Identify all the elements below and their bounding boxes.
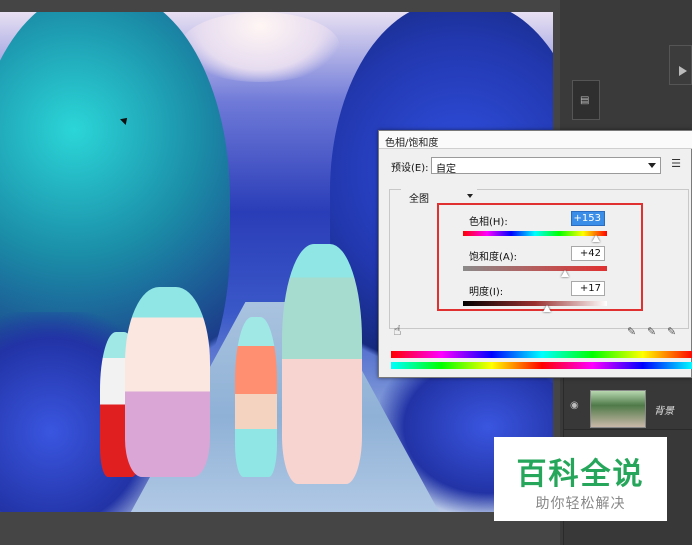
hue-input[interactable]: +153 — [571, 211, 605, 226]
layer-name: 背景 — [654, 406, 674, 417]
dialog-title: 色相/饱和度 — [379, 131, 692, 149]
photo-mother — [282, 244, 362, 484]
lightness-label: 明度(I): — [469, 287, 504, 298]
saturation-slider-track[interactable] — [463, 266, 607, 271]
hue-slider-track[interactable] — [463, 231, 607, 236]
lightness-slider-track[interactable] — [463, 301, 607, 306]
eye-icon[interactable]: ◉ — [570, 400, 579, 411]
hue-saturation-dialog: 色相/饱和度 预设(E): 自定 ☰ 全图 色相(H): +153 饱和度(A)… — [378, 130, 692, 378]
preset-value: 自定 — [436, 164, 456, 175]
eyedropper-minus-icon[interactable]: ✎ — [667, 325, 676, 338]
layer-row[interactable]: ◉ 背景 — [564, 384, 692, 430]
menu-lines-icon[interactable]: ☰ — [667, 157, 685, 174]
adjustments-icon: ▤ — [580, 95, 590, 106]
chevron-down-icon — [648, 163, 656, 168]
hue-label: 色相(H): — [469, 217, 508, 228]
channel-value: 全图 — [409, 194, 429, 205]
source-color-bar — [391, 351, 692, 358]
photo-child-right — [235, 317, 277, 477]
red-highlight-box — [437, 203, 643, 311]
result-color-bar — [391, 362, 692, 369]
eyedropper-plus-icon[interactable]: ✎ — [647, 325, 656, 338]
eyedropper-icon[interactable]: ✎ — [627, 325, 636, 338]
hue-slider-thumb[interactable] — [592, 235, 601, 242]
watermark-title: 百科全说 — [516, 457, 645, 492]
lightness-input[interactable]: +17 — [571, 281, 605, 296]
preset-label: 预设(E): — [391, 163, 429, 174]
lightness-slider-thumb[interactable] — [543, 305, 552, 312]
properties-panel-button[interactable]: ▤ — [572, 80, 600, 120]
preset-dropdown[interactable]: 自定 — [431, 157, 661, 175]
play-icon — [679, 66, 687, 76]
saturation-label: 饱和度(A): — [469, 252, 518, 263]
saturation-slider-thumb[interactable] — [561, 270, 570, 277]
photo-father — [125, 287, 210, 477]
hand-adjust-icon[interactable]: ☝ — [393, 323, 402, 339]
chevron-down-icon — [467, 194, 473, 198]
panel-collapse-button[interactable] — [669, 45, 692, 85]
saturation-input[interactable]: +42 — [571, 246, 605, 261]
layer-thumbnail — [590, 390, 646, 428]
watermark-logo: 百科全说 助你轻松解决 — [494, 437, 667, 521]
watermark-subtitle: 助你轻松解决 — [535, 496, 626, 512]
